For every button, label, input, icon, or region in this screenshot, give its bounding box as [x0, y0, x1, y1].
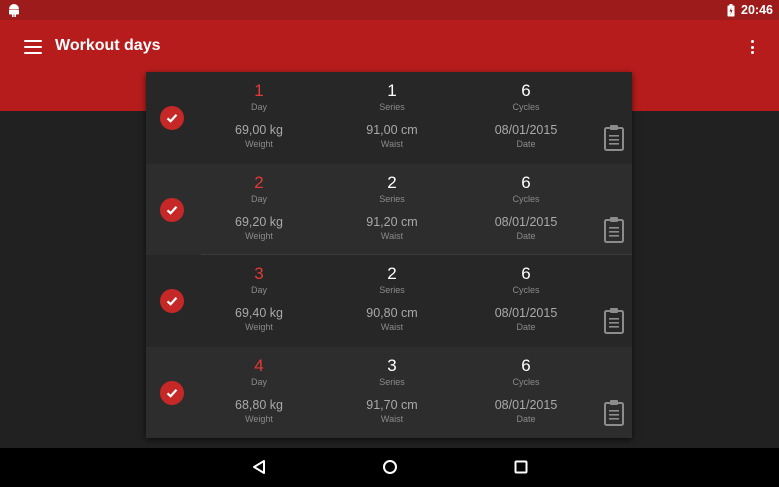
weight-label: Weight	[245, 139, 273, 149]
waist-value: 91,70 cm	[366, 397, 418, 412]
cycles-number: 6	[521, 81, 531, 100]
status-right: 20:46	[727, 3, 779, 17]
status-time: 20:46	[741, 3, 773, 17]
list-item[interactable]: 4 Day 68,80 kg Weight 3 Series 91,70 cm …	[146, 346, 632, 438]
weight-value: 69,20 kg	[235, 214, 283, 229]
series-column: 2 Series 90,80 cm Waist	[332, 255, 452, 333]
waist-label: Waist	[380, 413, 404, 424]
series-number: 3	[387, 355, 397, 375]
cycles-label: Cycles	[512, 376, 540, 387]
day-number: 1	[254, 81, 264, 100]
day-label: Day	[250, 193, 267, 204]
day-column: 3 Day 69,40 kg Weight	[199, 255, 319, 333]
home-icon[interactable]	[382, 459, 398, 475]
back-icon[interactable]	[251, 459, 267, 475]
day-column: 2 Day 69,20 kg Weight	[199, 164, 319, 242]
series-label: Series	[379, 102, 405, 112]
clipboard-icon[interactable]	[603, 124, 625, 151]
day-number: 3	[254, 264, 264, 283]
waist-label: Waist	[380, 322, 404, 332]
completed-check[interactable]	[160, 197, 184, 222]
menu-icon[interactable]	[24, 40, 42, 54]
date-value: 08/01/2015	[494, 306, 558, 320]
series-label: Series	[379, 285, 405, 295]
series-number: 2	[387, 264, 397, 283]
cycles-column: 6 Cycles 08/01/2015 Date	[466, 347, 586, 425]
list-item[interactable]: 3 Day 69,40 kg Weight 2 Series 90,80 cm …	[146, 255, 632, 347]
series-column: 1 Series 91,00 cm Waist	[332, 72, 452, 150]
weight-value: 69,40 kg	[235, 306, 283, 320]
check-icon	[166, 114, 178, 123]
completed-check[interactable]	[160, 380, 184, 405]
date-label: Date	[516, 139, 536, 149]
waist-label: Waist	[380, 139, 404, 149]
cycles-label: Cycles	[512, 102, 540, 112]
battery-icon	[727, 3, 735, 16]
status-bar: 20:46	[0, 0, 779, 20]
date-label: Date	[516, 230, 536, 241]
day-number: 4	[254, 355, 264, 375]
android-icon	[9, 4, 19, 17]
cycles-label: Cycles	[512, 285, 540, 295]
weight-value: 69,00 kg	[235, 123, 283, 137]
check-icon	[166, 388, 178, 398]
series-label: Series	[379, 376, 405, 387]
cycles-number: 6	[521, 264, 531, 283]
date-value: 08/01/2015	[494, 123, 558, 137]
weight-label: Weight	[245, 413, 273, 424]
waist-value: 91,00 cm	[366, 123, 418, 137]
day-label: Day	[250, 102, 267, 112]
weight-value: 68,80 kg	[235, 397, 283, 412]
list-item[interactable]: 1 Day 69,00 kg Weight 1 Series 91,00 cm …	[146, 72, 632, 164]
recents-icon[interactable]	[513, 459, 529, 475]
check-icon	[166, 205, 178, 215]
cycles-label: Cycles	[512, 193, 540, 204]
date-value: 08/01/2015	[494, 214, 558, 229]
weight-label: Weight	[245, 322, 273, 332]
weight-label: Weight	[245, 230, 273, 241]
navigation-bar	[0, 448, 779, 487]
waist-value: 90,80 cm	[366, 306, 418, 320]
cycles-column: 6 Cycles 08/01/2015 Date	[466, 72, 586, 150]
date-label: Date	[516, 322, 536, 332]
completed-check[interactable]	[160, 106, 184, 130]
clipboard-icon[interactable]	[603, 307, 625, 334]
cycles-number: 6	[521, 172, 531, 192]
clipboard-icon[interactable]	[603, 399, 625, 426]
day-number: 2	[254, 172, 264, 192]
series-label: Series	[379, 193, 405, 204]
cycles-number: 6	[521, 355, 531, 375]
day-column: 4 Day 68,80 kg Weight	[199, 347, 319, 425]
check-icon	[166, 297, 178, 306]
status-left	[0, 3, 20, 17]
series-column: 3 Series 91,70 cm Waist	[332, 347, 452, 425]
cycles-column: 6 Cycles 08/01/2015 Date	[466, 164, 586, 242]
workout-days-list: 1 Day 69,00 kg Weight 1 Series 91,00 cm …	[146, 72, 632, 438]
list-item[interactable]: 2 Day 69,20 kg Weight 2 Series 91,20 cm …	[146, 163, 632, 255]
day-label: Day	[250, 285, 267, 295]
more-vert-icon[interactable]	[749, 40, 755, 56]
day-label: Day	[250, 376, 267, 387]
series-number: 2	[387, 172, 397, 192]
page-title: Workout days	[55, 37, 161, 54]
series-column: 2 Series 91,20 cm Waist	[332, 164, 452, 242]
date-value: 08/01/2015	[494, 397, 558, 412]
cycles-column: 6 Cycles 08/01/2015 Date	[466, 255, 586, 333]
date-label: Date	[516, 413, 536, 424]
series-number: 1	[387, 81, 397, 100]
waist-label: Waist	[380, 230, 404, 241]
waist-value: 91,20 cm	[366, 214, 418, 229]
clipboard-icon[interactable]	[603, 216, 625, 243]
day-column: 1 Day 69,00 kg Weight	[199, 72, 319, 150]
completed-check[interactable]	[160, 289, 184, 313]
